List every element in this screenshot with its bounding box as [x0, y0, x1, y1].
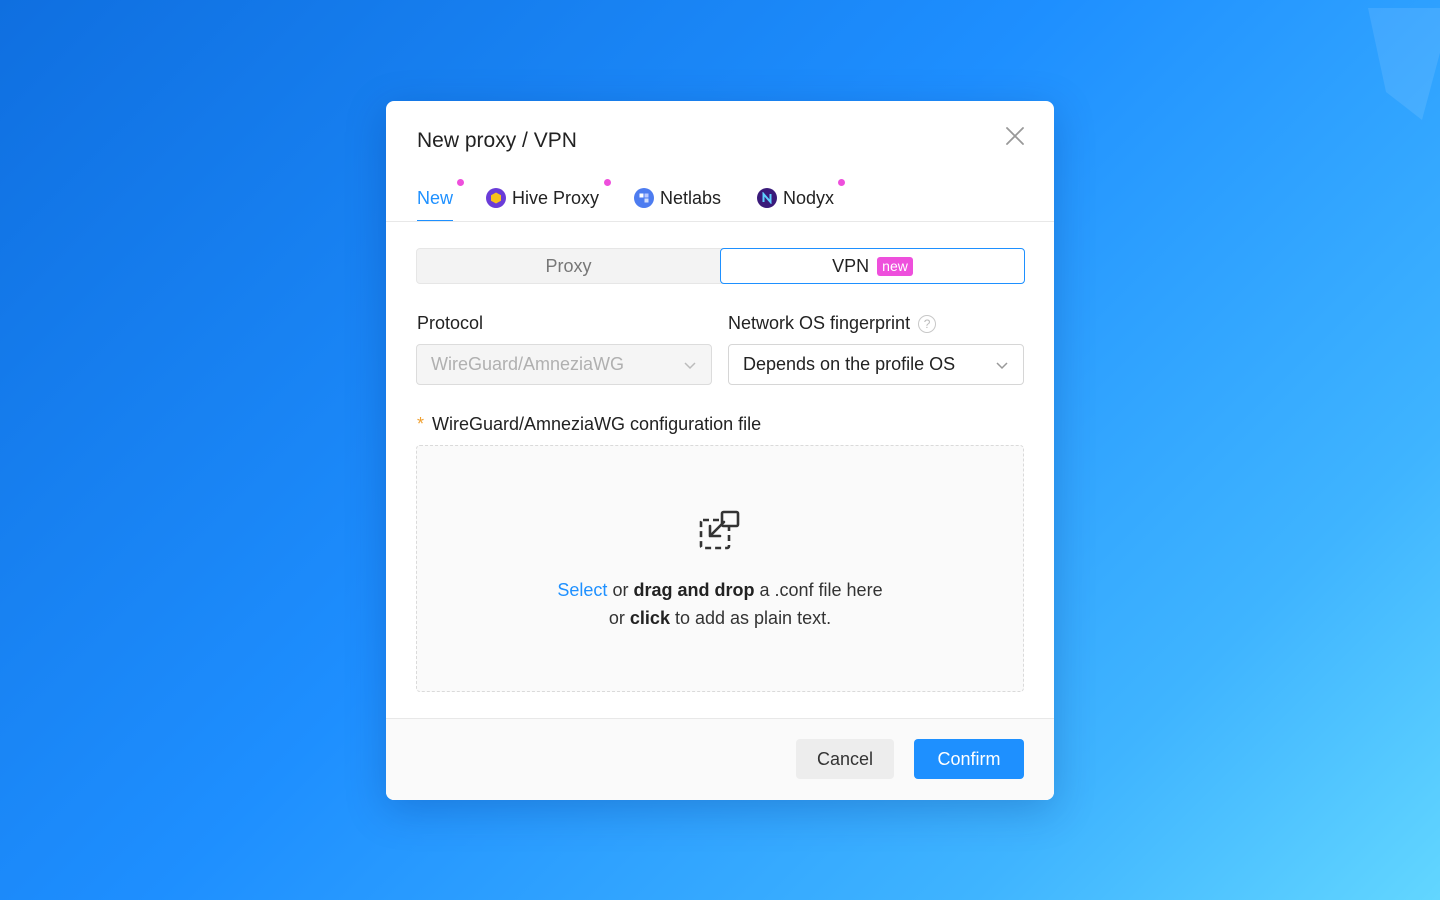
mode-proxy-button[interactable]: Proxy — [417, 248, 720, 284]
dropzone-text-file: a .conf file here — [759, 580, 883, 600]
mode-vpn-label: VPN — [832, 255, 870, 276]
required-mark: * — [417, 414, 425, 434]
chevron-down-icon — [996, 362, 1008, 370]
protocol-label: Protocol — [417, 313, 483, 334]
dropzone-click: click — [629, 608, 670, 628]
chevron-down-icon — [684, 362, 696, 370]
dropzone-text-plain: to add as plain text. — [674, 608, 832, 628]
help-icon[interactable]: ? — [918, 314, 937, 333]
tab-label: New — [417, 187, 454, 208]
close-button[interactable] — [1004, 125, 1026, 147]
new-dot-indicator — [604, 179, 611, 186]
dialog-title: New proxy / VPN — [417, 129, 577, 152]
dropzone-instructions: Select or drag and drop a .conf file her… — [417, 576, 1023, 632]
hive-proxy-logo-icon — [486, 188, 506, 208]
tab-nodyx[interactable]: Nodyx — [757, 175, 845, 221]
close-icon — [1006, 127, 1024, 145]
mode-vpn-button[interactable]: VPN new — [720, 248, 1025, 284]
dropzone-text-or: or — [612, 580, 629, 600]
file-import-icon — [699, 510, 740, 550]
dialog-footer: Cancel Confirm — [386, 719, 1054, 800]
new-badge: new — [877, 256, 913, 276]
tab-hive-proxy[interactable]: Hive Proxy — [486, 175, 611, 221]
tab-label: Hive Proxy — [512, 187, 600, 208]
cancel-button[interactable]: Cancel — [796, 739, 894, 779]
confirm-button[interactable]: Confirm — [914, 739, 1024, 779]
protocol-select[interactable]: WireGuard/AmneziaWG — [416, 344, 712, 385]
tab-new[interactable]: New — [417, 175, 464, 222]
new-proxy-dialog: New proxy / VPN New Hive Proxy Netlabs N… — [386, 101, 1054, 800]
tab-label: Netlabs — [660, 187, 722, 208]
tabs-divider — [386, 221, 1054, 222]
config-file-dropzone[interactable]: Select or drag and drop a .conf file her… — [416, 445, 1024, 692]
config-file-label-text: WireGuard/AmneziaWG configuration file — [432, 414, 762, 434]
mode-segmented-control: Proxy VPN new — [416, 248, 1025, 284]
background-decoration — [1368, 8, 1440, 120]
protocol-label-text: Protocol — [417, 313, 484, 333]
netlabs-logo-icon — [634, 188, 654, 208]
dropzone-drag-drop: drag and drop — [633, 580, 755, 600]
new-dot-indicator — [457, 179, 464, 186]
select-file-link[interactable]: Select — [557, 580, 607, 600]
mode-proxy-label: Proxy — [545, 255, 592, 276]
fingerprint-select-value: Depends on the profile OS — [743, 354, 956, 374]
fingerprint-select[interactable]: Depends on the profile OS — [728, 344, 1024, 385]
new-dot-indicator — [838, 179, 845, 186]
dropzone-text-or2: or — [608, 608, 625, 628]
fingerprint-label-text: Network OS fingerprint — [728, 313, 911, 333]
tab-netlabs[interactable]: Netlabs — [634, 175, 721, 221]
config-file-label: * WireGuard/AmneziaWG configuration file — [417, 414, 761, 435]
protocol-select-value: WireGuard/AmneziaWG — [431, 354, 625, 374]
nodyx-logo-icon — [757, 188, 777, 208]
tab-label: Nodyx — [783, 187, 835, 208]
fingerprint-label: Network OS fingerprint ? — [728, 313, 937, 334]
